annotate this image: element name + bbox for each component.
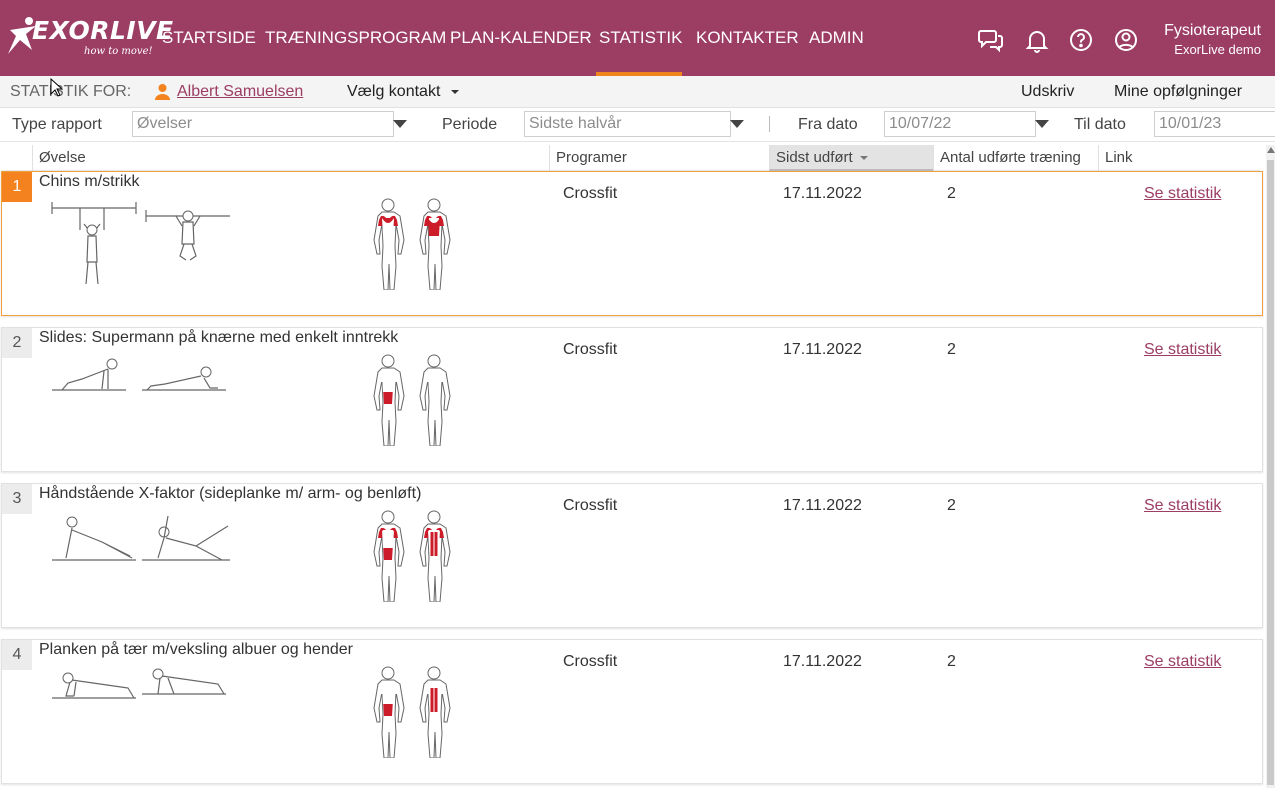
nav-traeningsprogram[interactable]: TRÆNINGSPROGRAM xyxy=(265,28,446,48)
see-statistics-link[interactable]: Se statistik xyxy=(1144,497,1221,515)
period-dropdown-icon[interactable] xyxy=(730,120,744,128)
my-followups-button[interactable]: Mine opfølgninger xyxy=(1114,83,1242,101)
statistics-for-bar: STATISTIK FOR: Albert Samuelsen Vælg kon… xyxy=(0,76,1275,108)
report-type-label: Type rapport xyxy=(12,116,102,133)
bell-icon[interactable] xyxy=(1024,27,1050,53)
period-select[interactable]: Sidste halvår xyxy=(524,111,731,137)
user-name[interactable]: Fysioterapeut xyxy=(1164,22,1261,40)
column-header-last-performed[interactable]: Sidst udført xyxy=(769,145,933,171)
chat-icon[interactable] xyxy=(978,27,1004,53)
row-number: 2 xyxy=(2,328,32,358)
row-number: 3 xyxy=(2,484,32,514)
nav-startside[interactable]: STARTSIDE xyxy=(162,28,256,48)
statistics-for-label: STATISTIK FOR: xyxy=(10,83,132,100)
top-navigation-bar: EXORLIVE how to move! STARTSIDE TRÆNINGS… xyxy=(0,0,1275,76)
report-type-value: Øvelser xyxy=(137,115,193,132)
exercise-illustration xyxy=(52,668,226,699)
count-cell: 2 xyxy=(947,497,956,514)
exercise-illustration xyxy=(52,358,226,391)
column-header-last-performed-label: Sidst udført xyxy=(776,149,853,166)
exercise-title[interactable]: Chins m/strikk xyxy=(39,173,139,191)
nav-kontakter[interactable]: KONTAKTER xyxy=(696,28,799,48)
report-type-select[interactable]: Øvelser xyxy=(132,111,394,137)
report-type-dropdown-icon[interactable] xyxy=(393,120,407,128)
print-button[interactable]: Udskriv xyxy=(1021,83,1074,101)
filter-bar: Type rapport Øvelser Periode Sidste halv… xyxy=(0,108,1275,142)
scrollbar-thumb[interactable] xyxy=(1267,160,1274,785)
from-date-input[interactable]: 10/07/22 xyxy=(884,111,1036,137)
muscle-map-illustration xyxy=(373,510,451,602)
from-date-label: Fra dato xyxy=(798,116,858,133)
choose-contact-label: Vælg kontakt xyxy=(347,83,441,100)
program-cell: Crossfit xyxy=(563,653,618,670)
from-date-value: 10/07/22 xyxy=(889,115,952,132)
muscle-map-illustration xyxy=(373,354,451,446)
exorlive-logo[interactable]: EXORLIVE how to move! xyxy=(6,14,173,62)
person-icon xyxy=(155,84,170,100)
exercise-title[interactable]: Håndstående X-faktor (sideplanke m/ arm-… xyxy=(39,485,421,503)
nav-statistik[interactable]: STATISTIK xyxy=(599,28,682,48)
table-row[interactable]: 3 Håndstående X-faktor (sideplanke m/ ar… xyxy=(1,483,1263,628)
exercise-title[interactable]: Planken på tær m/veksling albuer og hend… xyxy=(39,641,353,659)
row-number: 4 xyxy=(2,640,32,670)
choose-contact-dropdown[interactable]: Vælg kontakt xyxy=(347,83,459,101)
column-header-link[interactable]: Link xyxy=(1098,145,1260,171)
exercise-illustration xyxy=(52,515,230,561)
column-header-programs[interactable]: Programer xyxy=(549,145,769,171)
nav-admin[interactable]: ADMIN xyxy=(809,28,864,48)
last-performed-cell: 17.11.2022 xyxy=(783,497,862,514)
muscle-map-illustration xyxy=(373,198,451,290)
column-header-exercise[interactable]: Øvelse xyxy=(32,145,549,171)
last-performed-cell: 17.11.2022 xyxy=(783,653,862,670)
exercise-illustration xyxy=(51,202,230,285)
user-organization: ExorLive demo xyxy=(1174,42,1261,57)
count-cell: 2 xyxy=(947,653,956,670)
logo-wordmark: EXORLIVE xyxy=(32,16,174,45)
table-header: Øvelse Programer Sidst udført Antal udfø… xyxy=(2,145,1260,171)
see-statistics-link[interactable]: Se statistik xyxy=(1144,185,1221,203)
scroll-up-arrow-icon[interactable] xyxy=(1267,147,1275,153)
filter-divider xyxy=(769,116,770,132)
table-row[interactable]: 4 Planken på tær m/veksling albuer og he… xyxy=(1,639,1263,784)
nav-plan-kalender[interactable]: PLAN-KALENDER xyxy=(450,28,592,48)
help-icon[interactable] xyxy=(1068,27,1094,53)
last-performed-cell: 17.11.2022 xyxy=(783,341,862,358)
mouse-cursor-icon xyxy=(50,78,64,97)
period-label: Periode xyxy=(442,116,498,133)
row-number: 1 xyxy=(2,172,32,202)
period-value: Sidste halvår xyxy=(529,115,622,132)
exercise-title[interactable]: Slides: Supermann på knærne med enkelt i… xyxy=(39,329,398,347)
caret-down-icon xyxy=(450,89,459,94)
to-date-input[interactable]: 10/01/23 xyxy=(1154,111,1275,137)
program-cell: Crossfit xyxy=(563,497,618,514)
logo-tagline: how to move! xyxy=(84,46,153,57)
contact-name-link[interactable]: Albert Samuelsen xyxy=(177,83,303,101)
count-cell: 2 xyxy=(947,185,956,202)
table-row[interactable]: 2 Slides: Supermann på knærne med enkelt… xyxy=(1,327,1263,472)
muscle-map-illustration xyxy=(373,666,451,758)
last-performed-cell: 17.11.2022 xyxy=(783,185,862,202)
see-statistics-link[interactable]: Se statistik xyxy=(1144,653,1221,671)
program-cell: Crossfit xyxy=(563,341,618,358)
to-date-label: Til dato xyxy=(1074,116,1126,133)
to-date-value: 10/01/23 xyxy=(1159,115,1222,132)
count-cell: 2 xyxy=(947,341,956,358)
table-row[interactable]: 1 Chins m/strikk Crossfit 17.11.2022 2 S… xyxy=(1,171,1263,316)
see-statistics-link[interactable]: Se statistik xyxy=(1144,341,1221,359)
column-header-count[interactable]: Antal udførte træning xyxy=(933,145,1098,171)
sort-desc-icon xyxy=(859,156,868,161)
program-cell: Crossfit xyxy=(563,185,618,202)
from-date-dropdown-icon[interactable] xyxy=(1035,120,1049,128)
account-icon[interactable] xyxy=(1113,27,1139,53)
